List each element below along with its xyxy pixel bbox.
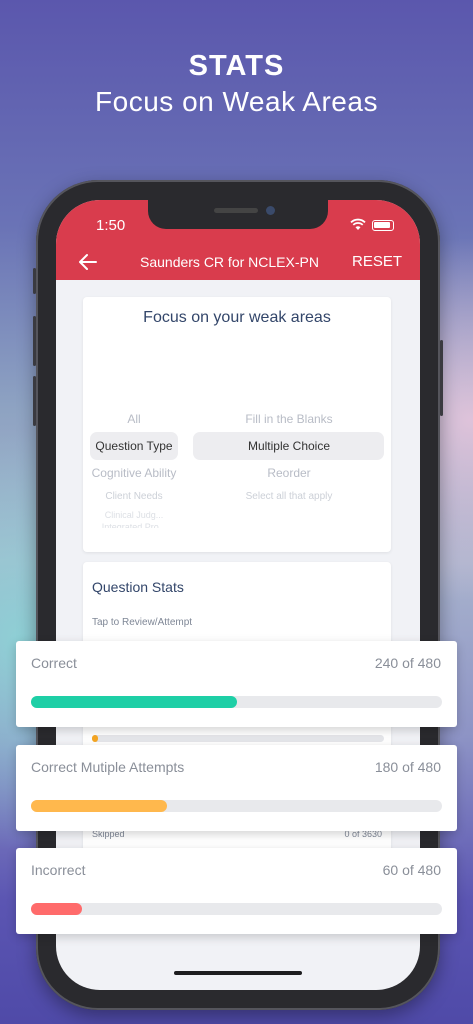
- progress-track: [31, 800, 442, 812]
- stat-value: 180 of 480: [374, 759, 441, 775]
- home-indicator: [174, 971, 302, 975]
- picker-option[interactable]: Clinical Judg...: [90, 510, 178, 520]
- app-header: 1:50 Saunders CR for NCLEX-PN RESET: [56, 200, 420, 280]
- status-time: 1:50: [96, 217, 126, 234]
- volume-up-button: [33, 316, 36, 366]
- progress-fill: [31, 903, 83, 915]
- picker-option-selected[interactable]: Multiple Choice: [195, 439, 383, 453]
- stat-value: 240 of 480: [374, 655, 441, 671]
- stat-value: 60 of 480: [382, 862, 441, 878]
- stat-card-incorrect[interactable]: Incorrect 60 of 480: [16, 848, 457, 934]
- promo-title: STATS: [188, 50, 285, 82]
- silent-switch: [33, 268, 36, 294]
- stat-card-correct-multiple-attempts[interactable]: Correct Mutiple Attempts 180 of 480: [16, 745, 457, 831]
- focus-card: Focus on your weak areas All Question Ty…: [83, 297, 391, 552]
- partial-progress-track: [92, 735, 384, 742]
- camera-icon: [266, 206, 275, 215]
- picker-option[interactable]: Select all that apply: [195, 491, 383, 502]
- picker-option-selected[interactable]: Question Type: [90, 439, 178, 453]
- progress-track: [31, 696, 442, 708]
- picker-option[interactable]: Integrated Pro...: [90, 522, 178, 528]
- progress-track: [31, 903, 442, 915]
- stat-label: Correct Mutiple Attempts: [31, 759, 185, 775]
- progress-fill: [31, 800, 167, 812]
- focus-title: Focus on your weak areas: [143, 309, 331, 326]
- stat-label: Incorrect: [31, 862, 86, 878]
- stat-label: Correct: [31, 655, 77, 671]
- notch: [148, 200, 328, 229]
- power-button: [440, 340, 443, 416]
- picker-option[interactable]: Reorder: [195, 466, 383, 480]
- reset-button[interactable]: RESET: [352, 253, 402, 270]
- speaker-grille: [214, 208, 258, 213]
- progress-fill: [31, 696, 237, 708]
- picker-option[interactable]: Cognitive Ability: [90, 466, 178, 480]
- arrow-left-icon[interactable]: [78, 252, 98, 272]
- stats-subtitle: Tap to Review/Attempt: [92, 617, 193, 628]
- picker-option[interactable]: All: [90, 412, 178, 426]
- picker-option[interactable]: Fill in the Blanks: [195, 412, 383, 426]
- stats-title: Question Stats: [92, 579, 184, 595]
- nav-title: Saunders CR for NCLEX-PN: [140, 254, 319, 270]
- partial-progress-fill: [92, 735, 98, 742]
- picker-option[interactable]: Client Needs: [90, 491, 178, 502]
- volume-down-button: [33, 376, 36, 426]
- wifi-icon: [350, 218, 366, 230]
- battery-icon: [372, 220, 394, 231]
- stat-card-correct[interactable]: Correct 240 of 480: [16, 641, 457, 727]
- promo-subtitle: Focus on Weak Areas: [95, 86, 378, 117]
